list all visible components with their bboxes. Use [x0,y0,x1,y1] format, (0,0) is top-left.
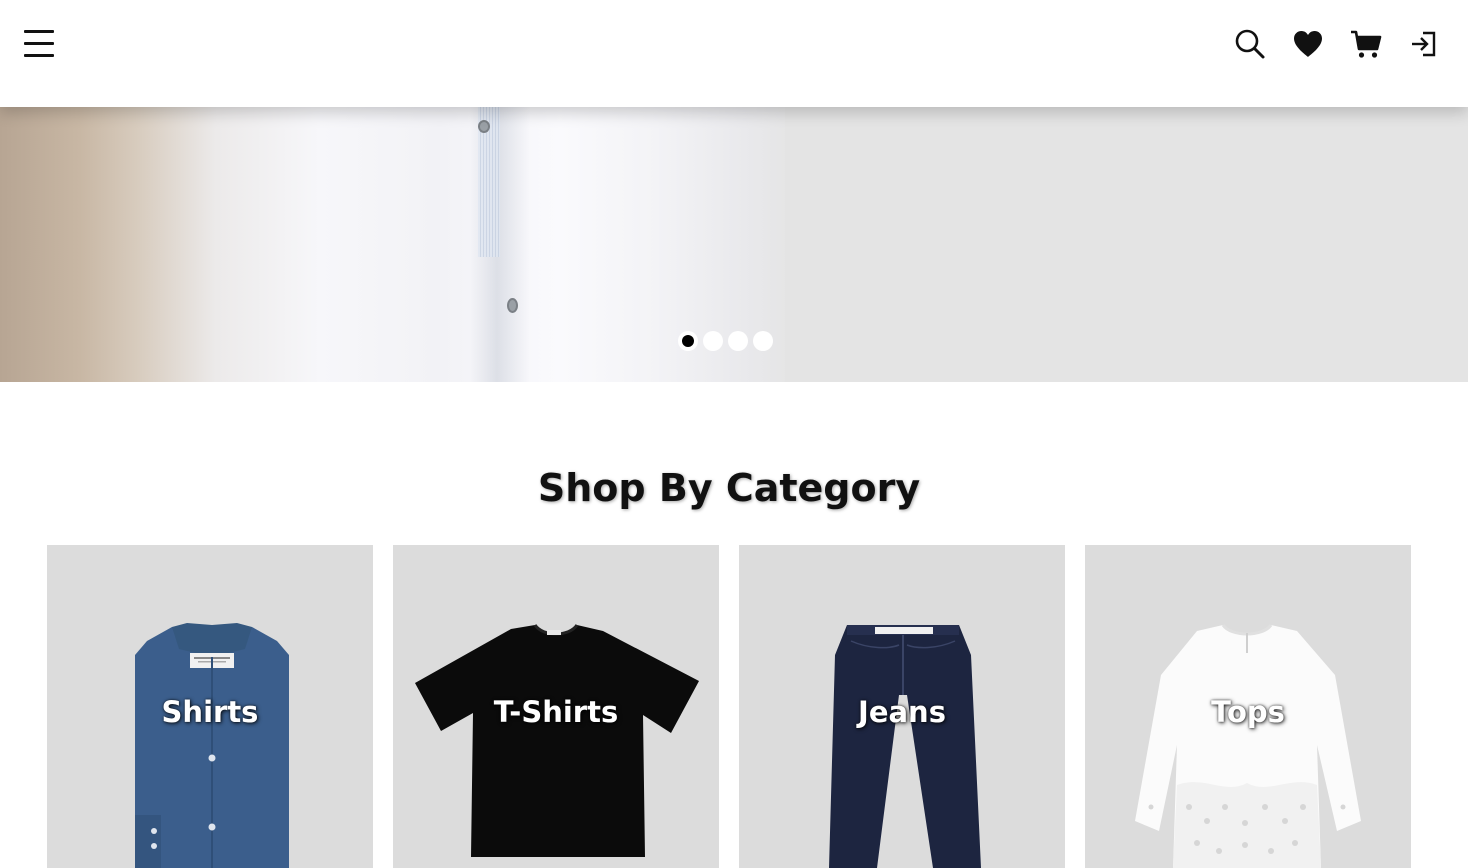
shirt-button-image [507,298,518,313]
carousel-dot[interactable] [703,331,723,351]
site-header [0,0,1468,107]
category-label: T-Shirts [493,695,619,729]
hero-background [785,107,1468,382]
category-card-shirts[interactable]: Shirts [47,545,373,868]
login-icon[interactable] [1406,26,1442,62]
search-icon[interactable] [1232,26,1268,62]
carousel-dots [678,331,773,351]
heart-icon[interactable] [1290,26,1326,62]
category-label: Tops [1211,695,1285,729]
carousel-dot[interactable] [728,331,748,351]
category-card-tshirts[interactable]: T-Shirts [393,545,719,868]
hero-banner [0,107,1468,382]
menu-icon[interactable] [20,26,60,64]
category-label: Jeans [858,695,946,729]
category-card-tops[interactable]: Tops [1085,545,1411,868]
carousel-dot[interactable] [753,331,773,351]
section-title: Shop By Category [537,466,921,510]
shirt-button-image [478,120,490,133]
carousel-dot[interactable] [678,331,698,351]
category-card-jeans[interactable]: Jeans [739,545,1065,868]
header-actions [1232,26,1442,62]
cart-icon[interactable] [1348,26,1384,62]
category-label: Shirts [161,695,259,729]
